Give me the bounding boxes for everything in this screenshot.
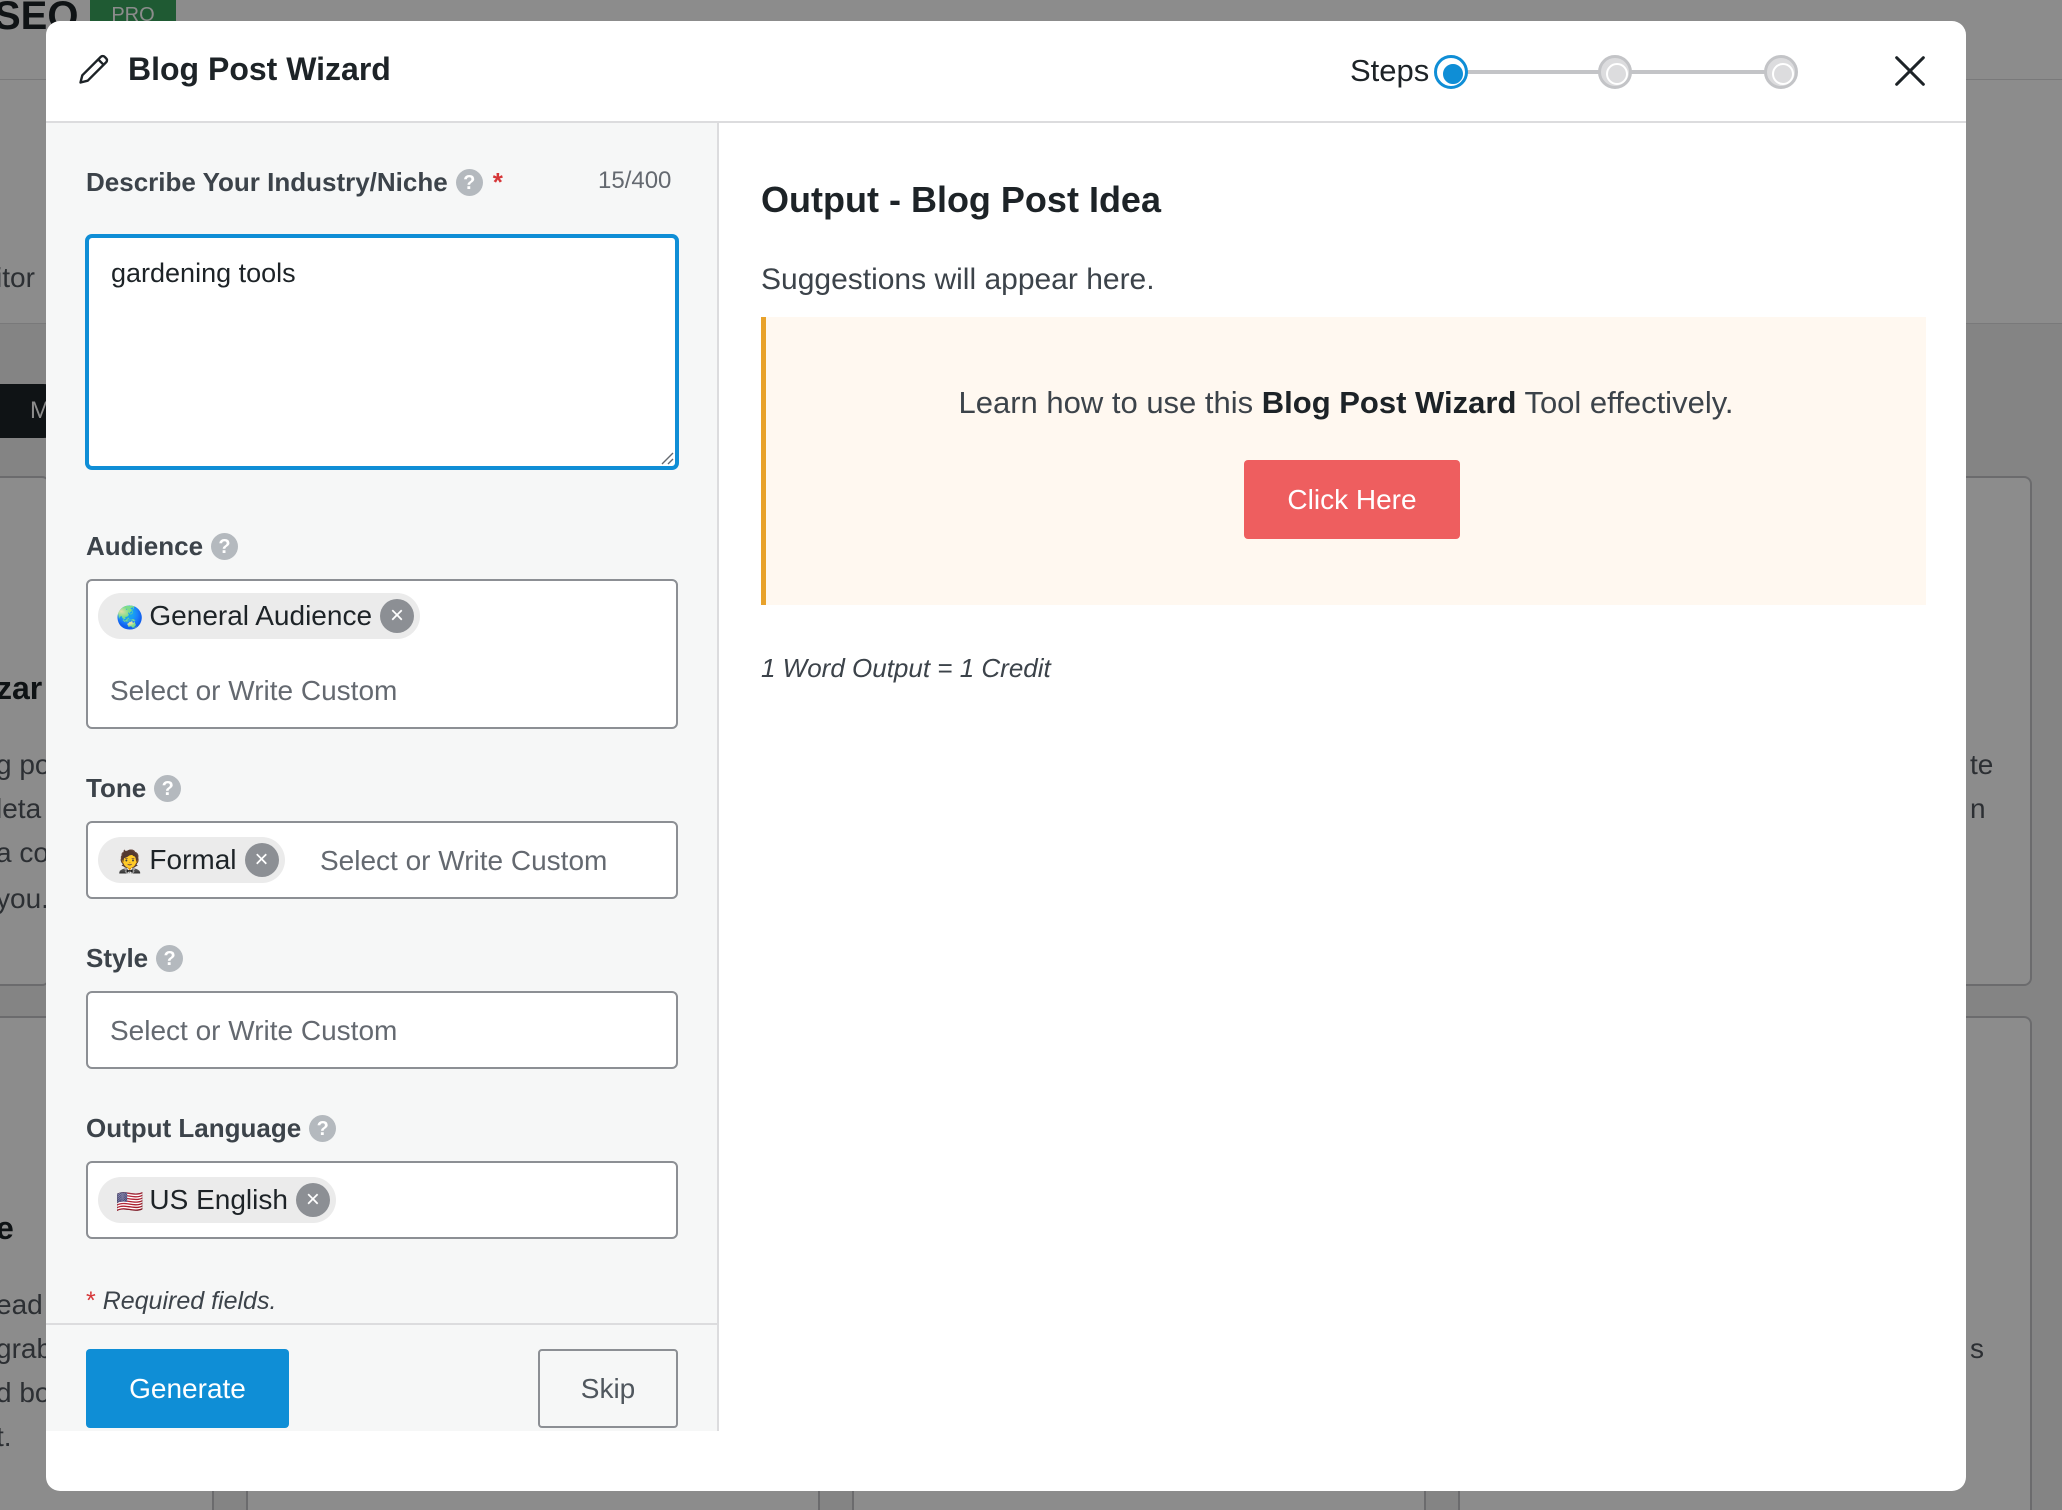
modal-header: Blog Post Wizard Steps: [46, 21, 1966, 123]
language-chip-label: US English: [149, 1184, 288, 1215]
tutorial-text-suffix: Tool effectively.: [1516, 385, 1734, 420]
style-label: Style?: [86, 943, 184, 974]
tutorial-text-tool-name: Blog Post Wizard: [1261, 385, 1517, 420]
pencil-icon: [79, 54, 109, 84]
tone-placeholder[interactable]: Select or Write Custom: [320, 845, 607, 877]
niche-textarea[interactable]: [86, 235, 678, 469]
niche-label-text: Describe Your Industry/Niche: [86, 167, 448, 197]
form-footer: Generate Skip: [46, 1323, 717, 1431]
step-2-indicator: [1598, 55, 1632, 89]
remove-chip-icon[interactable]: ×: [295, 1183, 330, 1217]
wizard-form-panel: Describe Your Industry/Niche? * 15/400 Au…: [46, 123, 719, 1431]
remove-chip-icon[interactable]: ×: [244, 843, 279, 877]
modal-title: Blog Post Wizard: [128, 51, 391, 87]
person-icon: 🤵: [116, 849, 144, 874]
tone-chip: 🤵 Formal ×: [98, 837, 285, 883]
output-panel: Output - Blog Post Idea Suggestions will…: [721, 123, 1966, 1431]
style-label-text: Style: [86, 943, 149, 973]
help-icon[interactable]: ?: [154, 774, 182, 802]
help-icon[interactable]: ?: [455, 168, 483, 196]
tutorial-text-prefix: Learn how to use this: [958, 385, 1262, 420]
tone-chip-label: Formal: [149, 844, 237, 875]
language-label-text: Output Language: [86, 1113, 302, 1143]
required-star: *: [492, 167, 503, 197]
step-3-indicator: [1764, 55, 1798, 89]
style-placeholder[interactable]: Select or Write Custom: [110, 1015, 397, 1047]
audience-label: Audience?: [86, 531, 239, 562]
tone-label: Tone?: [86, 773, 182, 804]
language-label: Output Language?: [86, 1113, 337, 1144]
resize-grip-icon[interactable]: [658, 449, 674, 465]
output-title: Output - Blog Post Idea: [761, 179, 1161, 220]
help-icon[interactable]: ?: [211, 532, 239, 560]
globe-icon: 🌏: [116, 605, 144, 630]
output-subtitle: Suggestions will appear here.: [761, 263, 1155, 296]
tutorial-notice: Learn how to use this Blog Post Wizard T…: [761, 317, 1926, 605]
required-note-text: Required fields.: [102, 1287, 277, 1315]
language-select[interactable]: 🇺🇸 US English ×: [86, 1161, 678, 1239]
skip-button[interactable]: Skip: [538, 1349, 678, 1428]
audience-placeholder[interactable]: Select or Write Custom: [110, 675, 397, 707]
close-icon[interactable]: [1890, 51, 1930, 91]
audience-chip-label: General Audience: [149, 600, 373, 631]
help-icon[interactable]: ?: [156, 944, 184, 972]
credit-note: 1 Word Output = 1 Credit: [761, 653, 1051, 683]
audience-chip: 🌏 General Audience ×: [98, 593, 421, 639]
niche-char-count: 15/400: [598, 167, 672, 194]
remove-chip-icon[interactable]: ×: [380, 599, 415, 633]
us-flag-icon: 🇺🇸: [116, 1189, 144, 1214]
help-icon[interactable]: ?: [309, 1114, 337, 1142]
tone-select[interactable]: 🤵 Formal × Select or Write Custom: [86, 821, 678, 899]
required-note: * Required fields.: [86, 1287, 276, 1316]
steps-label: Steps: [1350, 53, 1430, 88]
tutorial-notice-text: Learn how to use this Blog Post Wizard T…: [766, 385, 1926, 421]
click-here-button[interactable]: Click Here: [1244, 460, 1460, 539]
style-select[interactable]: Select or Write Custom: [86, 991, 678, 1069]
step-1-indicator: [1434, 55, 1468, 89]
tone-label-text: Tone: [86, 773, 147, 803]
niche-label: Describe Your Industry/Niche? *: [86, 167, 503, 198]
language-chip: 🇺🇸 US English ×: [98, 1177, 336, 1223]
generate-button[interactable]: Generate: [86, 1349, 289, 1428]
audience-select[interactable]: 🌏 General Audience × Select or Write Cust…: [86, 579, 678, 729]
required-star: *: [86, 1287, 96, 1315]
audience-label-text: Audience: [86, 531, 204, 561]
blog-post-wizard-modal: Blog Post Wizard Steps Describe Your Ind…: [46, 21, 1966, 1491]
